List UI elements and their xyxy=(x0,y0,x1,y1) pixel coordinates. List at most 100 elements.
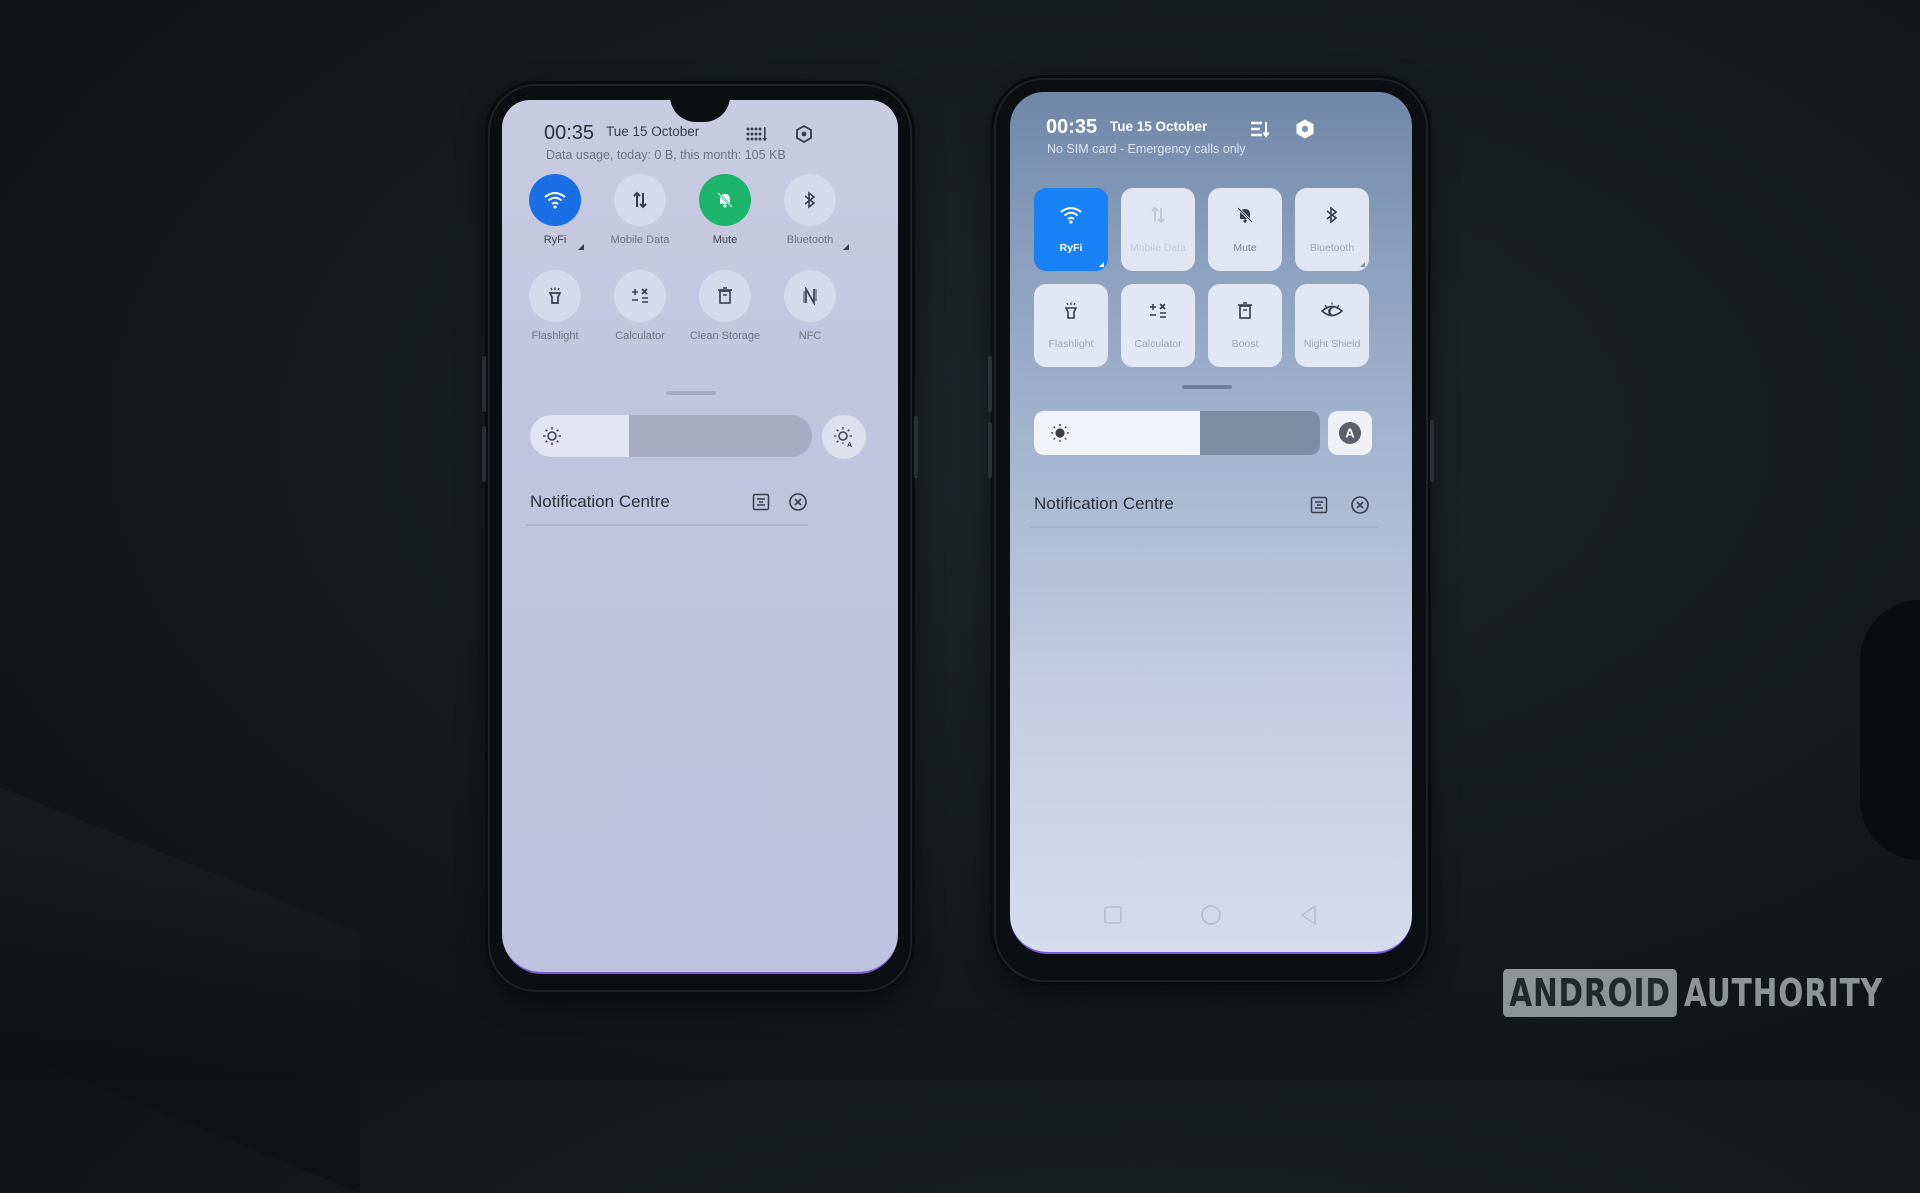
right-phone: 00:35 Tue 15 October No SIM card - Emerg… xyxy=(988,80,1434,980)
tile-flashlight[interactable]: Flashlight xyxy=(512,270,598,342)
auto-brightness-button[interactable]: A xyxy=(1328,411,1372,455)
flashlight-tile-button[interactable] xyxy=(529,270,581,322)
calculator-tile-button[interactable] xyxy=(614,270,666,322)
tile-boost[interactable]: Boost xyxy=(1208,284,1282,367)
flashlight-icon xyxy=(1064,302,1078,319)
auto-brightness-icon: A xyxy=(1339,422,1361,444)
notification-centre-title: Notification Centre xyxy=(530,492,670,511)
tile-label: Clean Storage xyxy=(689,330,761,342)
wifi-icon xyxy=(1060,207,1082,224)
expand-caret-icon[interactable] xyxy=(843,244,849,250)
bluetooth-icon xyxy=(1326,206,1338,224)
brightness-slider[interactable] xyxy=(530,415,812,457)
tile-clean-storage[interactable]: Clean Storage xyxy=(682,270,768,342)
tile-night-shield[interactable]: Night Shield xyxy=(1295,284,1369,367)
nfc-icon xyxy=(803,287,817,305)
brightness-icon xyxy=(1051,424,1069,442)
svg-text:A: A xyxy=(847,442,852,448)
tile-wifi[interactable]: RyFi xyxy=(512,174,598,250)
manage-notifications-icon[interactable] xyxy=(752,493,770,511)
clock-time: 00:35 xyxy=(544,122,595,144)
trash-icon xyxy=(718,287,732,304)
tile-label: RyFi xyxy=(543,234,567,246)
tile-label: Night Shield xyxy=(1303,338,1361,350)
mute-bell-icon xyxy=(717,192,733,208)
bluetooth-tile-button[interactable] xyxy=(784,174,836,226)
svg-text:A: A xyxy=(1345,426,1355,441)
tile-label: Boost xyxy=(1231,338,1259,350)
tile-label: Calculator xyxy=(615,330,665,342)
tile-label: Flashlight xyxy=(1048,338,1094,350)
right-screen: 00:35 Tue 15 October No SIM card - Emerg… xyxy=(1010,92,1412,954)
tile-label: Bluetooth xyxy=(1309,242,1355,254)
volume-button xyxy=(988,356,992,412)
manage-notifications-icon[interactable] xyxy=(1310,496,1328,514)
drag-handle[interactable] xyxy=(666,391,716,395)
mobile-data-tile-button[interactable] xyxy=(614,174,666,226)
divider xyxy=(526,524,808,526)
clear-all-icon[interactable] xyxy=(1350,495,1370,515)
brightness-icon xyxy=(543,427,561,445)
clear-all-icon[interactable] xyxy=(788,492,808,512)
clean-storage-tile-button[interactable] xyxy=(699,270,751,322)
tile-mobile-data[interactable]: Mobile Data xyxy=(1121,188,1195,271)
mute-bell-icon xyxy=(1237,207,1253,223)
date: Tue 15 October xyxy=(606,124,700,139)
tile-label: Mute xyxy=(1233,242,1257,254)
tile-mute[interactable]: Mute xyxy=(1208,188,1282,271)
tile-mobile-data[interactable]: Mobile Data xyxy=(597,174,683,246)
grid-edit-icon[interactable] xyxy=(746,125,768,143)
power-button xyxy=(1430,420,1434,482)
tile-wifi[interactable]: RyFi xyxy=(1034,188,1108,271)
eye-icon xyxy=(1321,302,1343,317)
tile-mute[interactable]: Mute xyxy=(682,174,768,246)
notification-centre-title: Notification Centre xyxy=(1034,494,1174,513)
drag-handle[interactable] xyxy=(1182,385,1232,389)
bluetooth-icon xyxy=(804,191,816,209)
auto-brightness-button[interactable]: A xyxy=(822,415,866,459)
expand-corner-icon[interactable] xyxy=(1360,262,1365,267)
calculator-icon xyxy=(1150,303,1166,318)
tile-bluetooth[interactable]: Bluetooth xyxy=(767,174,853,250)
volume-button xyxy=(988,422,992,478)
tile-calculator[interactable]: Calculator xyxy=(597,270,683,342)
tile-label: Mobile Data xyxy=(1129,242,1187,254)
mute-tile-button[interactable] xyxy=(699,174,751,226)
auto-brightness-icon: A xyxy=(834,427,852,448)
settings-icon[interactable] xyxy=(1294,118,1316,140)
clock-time: 00:35 xyxy=(1046,116,1098,138)
wifi-tile-button[interactable] xyxy=(529,174,581,226)
notch xyxy=(670,100,730,122)
tile-label: NFC xyxy=(798,330,822,342)
trash-icon xyxy=(1238,302,1252,319)
tile-calculator[interactable]: Calculator xyxy=(1121,284,1195,367)
back-button[interactable] xyxy=(1298,904,1320,926)
tile-nfc[interactable]: NFC xyxy=(767,270,853,342)
expand-corner-icon[interactable] xyxy=(1099,262,1104,267)
tile-flashlight[interactable]: Flashlight xyxy=(1034,284,1108,367)
watermark-logo: ANDROID AUTHORITY xyxy=(1503,969,1920,1017)
volume-button xyxy=(482,356,486,412)
tile-label: Flashlight xyxy=(531,330,579,342)
sort-icon[interactable] xyxy=(1250,120,1270,138)
tile-label: RyFi xyxy=(1059,242,1083,254)
settings-icon[interactable] xyxy=(794,124,814,144)
date: Tue 15 October xyxy=(1110,119,1208,134)
brightness-slider[interactable] xyxy=(1034,411,1320,455)
flashlight-icon xyxy=(548,287,562,304)
expand-caret-icon[interactable] xyxy=(578,244,584,250)
nfc-tile-button[interactable] xyxy=(784,270,836,322)
home-button[interactable] xyxy=(1200,904,1222,926)
tile-label: Calculator xyxy=(1134,338,1182,350)
tile-label: Mobile Data xyxy=(610,234,670,246)
data-usage-text: Data usage, today: 0 B, this month: 105 … xyxy=(546,148,786,162)
calculator-icon xyxy=(632,288,648,303)
background-object xyxy=(1860,600,1920,860)
watermark-text: AUTHORITY xyxy=(1684,971,1883,1015)
tile-label: Bluetooth xyxy=(786,234,834,246)
recents-button[interactable] xyxy=(1102,904,1124,926)
watermark-boxed-text: ANDROID xyxy=(1503,969,1677,1017)
tile-bluetooth[interactable]: Bluetooth xyxy=(1295,188,1369,271)
table-surface xyxy=(0,787,360,1193)
tile-label: Mute xyxy=(712,234,738,246)
